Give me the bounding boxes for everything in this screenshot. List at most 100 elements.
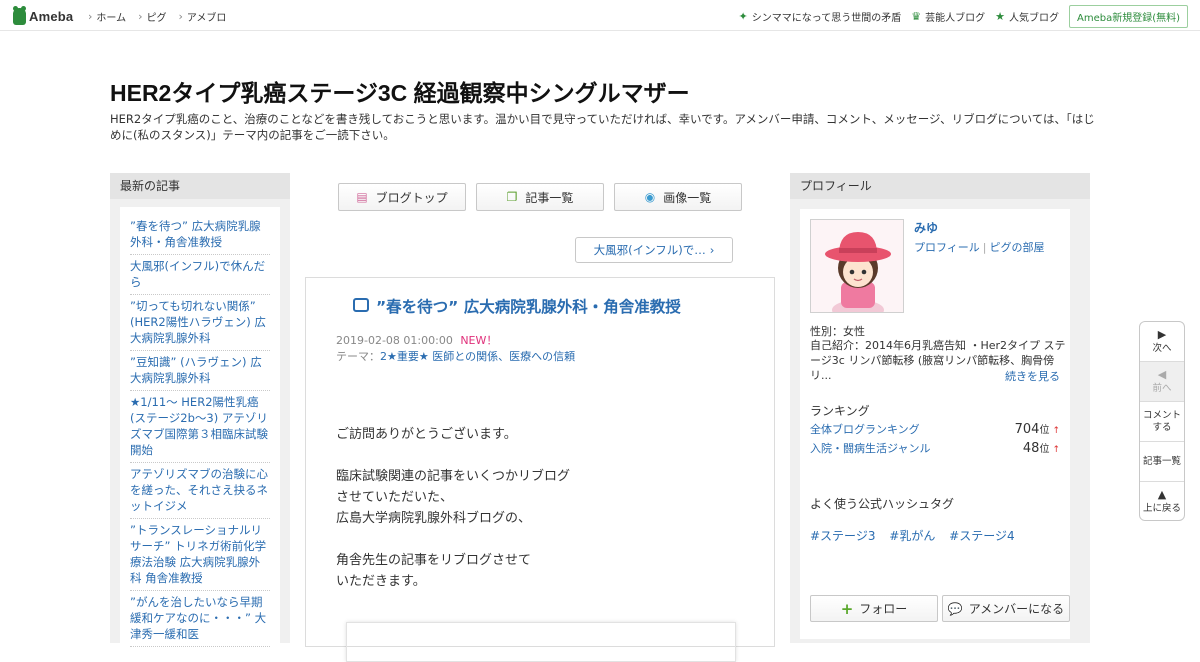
star-icon: ★ [995,10,1005,23]
article-paragraph: ご訪問ありがとうございます。 [336,427,517,442]
pigg-room-link[interactable]: ピグの部屋 [990,241,1045,254]
recent-articles-list: ”春を待つ” 広大病院乳腺外科・角舎准教授 大風邪(インフル)で休んだら ”切っ… [120,207,280,647]
recent-article-link[interactable]: ”春を待つ” 広大病院乳腺外科・角舎准教授 [130,215,270,255]
new-badge: NEW！ [460,334,498,347]
link-separator: | [982,241,987,254]
recent-article-link[interactable]: 大風邪(インフル)で休んだら [130,255,270,295]
profile-heading: プロフィール [790,173,1090,199]
ranking-overall-value: 704位 ↑ [1014,422,1060,437]
hashtag-link[interactable]: #ステージ3 [810,529,875,543]
sparkle-icon: ✦ [738,10,748,23]
copy-icon: ❐ [506,190,518,204]
article-paragraph: 角舎先生の記事をリブログさせて いただきます。 [336,553,532,589]
recent-article-link[interactable]: ★1/11～ HER2陽性乳癌(ステージ2b～3) アテゾリズマブ国際第３相臨床… [130,391,270,463]
comment-label: コメント する [1142,409,1181,433]
ameba-logo[interactable]: Ameba [13,5,74,26]
read-more-link[interactable]: 続きを見る [1005,368,1060,384]
blog-title[interactable]: HER2タイプ乳癌ステージ3C 経過観察中シングルマザー [110,74,690,108]
link-celebrity-blog[interactable]: ♛ 芸能人ブログ [911,9,985,24]
triangle-up-icon: ▲ [1157,488,1167,501]
ameba-logo-icon [13,5,26,25]
register-button[interactable]: Ameba新規登録(無料) [1068,5,1188,28]
floating-side-nav: ▶ 次へ ◀ 前へ コメント する 記事一覧 ▲ 上に戻る [1139,321,1185,521]
blog-description: HER2タイプ乳癌のこと、治療のことなどを書き残しておこうと思います。温かい目で… [110,112,1095,142]
article-body: ご訪問ありがとうございます。 臨床試験関連の記事をいくつかリブログ させていただ… [336,424,570,613]
image-list-label: 画像一覧 [663,190,712,205]
ranking-genre-value: 48位 ↑ [1022,441,1060,456]
article-date: 2019-02-08 01:00:00 [336,334,453,347]
ranking-row-overall: 全体ブログランキング 704位 ↑ [810,421,1060,437]
plus-icon: + [840,599,854,618]
next-label: 次へ [1152,342,1172,354]
article: ”春を待つ” 広大病院乳腺外科・角舎准教授 2019-02-08 01:00:0… [305,277,775,662]
nav-home[interactable]: ホーム [88,9,126,24]
recent-article-link[interactable]: アテゾリズマブの治験に心を縒った、それさえ抉るネットイジメ [130,463,270,519]
back-to-top-label: 上に戻る [1142,503,1181,514]
blog-top-label: ブログトップ [375,190,448,205]
article-title-text: ”春を待つ” 広大病院乳腺外科・角舎准教授 [376,298,681,316]
play-right-icon: ▶ [1157,327,1167,341]
back-to-top-button[interactable]: ▲ 上に戻る [1140,482,1184,520]
chevron-right-icon: › [709,243,715,257]
link-popular-blog[interactable]: ★ 人気ブログ [995,9,1059,24]
amember-button[interactable]: 💬 アメンバーになる [942,595,1070,622]
document-icon: ▤ [356,190,368,204]
comment-button[interactable]: コメント する [1140,402,1184,442]
nav-pigg[interactable]: ピグ [138,9,167,24]
hashtag-link[interactable]: #ステージ4 [949,529,1014,543]
trend-up-icon: ↑ [1052,426,1060,436]
ranking-heading: ランキング [810,404,870,418]
trend-up-icon: ↑ [1052,445,1060,455]
recent-article-link[interactable]: ”豆知識” (ハラヴェン) 広大病院乳腺外科 [130,351,270,391]
article-paragraph: 臨床試験関連の記事をいくつかリブログ させていただいた、 広島大学病院乳腺外科ブ… [336,469,571,526]
theme-label: テーマ： [336,350,380,363]
article-list-side-label: 記事一覧 [1142,455,1181,467]
nav-ameblo[interactable]: アメブロ [179,9,227,24]
article-list-side-button[interactable]: 記事一覧 [1140,442,1184,482]
profile-card: みゆ プロフィール | ピグの部屋 性別：女性 自己紹介：2014年6月乳癌告知 ・… [800,209,1070,639]
article-meta: 2019-02-08 01:00:00 NEW！ テーマ：2★重要★ 医師との関… [336,333,575,365]
crown-icon: ♛ [911,10,922,23]
ranking-overall-link[interactable]: 全体ブログランキング [810,421,920,437]
link-popular-label: 人気ブログ [1008,13,1059,24]
reblog-embed-card[interactable] [346,622,736,662]
link-topic[interactable]: ✦ シンママになって思う世間の矛盾 [739,9,902,24]
recent-articles-heading: 最新の記事 [110,173,290,199]
prev-button[interactable]: ◀ 前へ [1140,362,1184,402]
ranking-row-genre: 入院・闘病生活ジャンル 48位 ↑ [810,440,1060,456]
hashtag-link[interactable]: #乳がん [889,529,935,543]
avatar-illustration [811,220,903,312]
avatar[interactable] [810,219,904,313]
profile-link[interactable]: プロフィール [914,241,980,254]
recent-article-link[interactable]: ”がんを治したいなら早期緩和ケアなのに・・・” 大津秀一緩和医 [130,591,270,647]
ranking-genre-link[interactable]: 入院・闘病生活ジャンル [810,440,930,456]
article-list-label: 記事一覧 [525,190,574,205]
blog-top-button[interactable]: ▤ ブログトップ [338,183,466,211]
recent-article-link[interactable]: ”トランスレーショナルリサーチ” トリネガ術前化学療法治験 広大病院乳腺外科 角… [130,519,270,591]
link-topic-label: シンママになって思う世間の矛盾 [751,13,902,24]
profile-panel: プロフィール みゆ プロフィール | ピグの部屋 性別：女性 自己紹介：2014年6… [790,173,1090,643]
chat-bubble-icon: 💬 [947,601,963,616]
follow-label: フォロー [859,602,908,616]
profile-name-link[interactable]: みゆ [914,219,938,236]
top-right-links: ✦ シンママになって思う世間の矛盾 ♛ 芸能人ブログ ★ 人気ブログ Ameba… [739,5,1188,28]
amember-label: アメンバーになる [968,602,1065,616]
next-article-pager[interactable]: 大風邪(インフル)で… › [575,237,733,263]
top-nav: ホーム ピグ アメブロ [88,9,238,24]
next-button[interactable]: ▶ 次へ [1140,322,1184,362]
top-bar: Ameba ホーム ピグ アメブロ ✦ シンママになって思う世間の矛盾 ♛ 芸能… [0,0,1200,31]
prev-label: 前へ [1152,382,1172,394]
article-list-button[interactable]: ❐ 記事一覧 [476,183,604,211]
hashtags-heading: よく使う公式ハッシュタグ [810,497,955,511]
camera-icon: ◉ [644,190,656,204]
article-title[interactable]: ”春を待つ” 広大病院乳腺外科・角舎准教授 [354,296,754,318]
recent-article-link[interactable]: ”切っても切れない関係” (HER2陽性ハラヴェン) 広大病院乳腺外科 [130,295,270,351]
profile-links: プロフィール | ピグの部屋 [914,239,1045,255]
article-theme-link[interactable]: 2★重要★ 医師との関係、医療への信頼 [380,350,575,363]
link-celebrity-label: 芸能人ブログ [925,13,986,24]
play-left-icon: ◀ [1157,367,1167,381]
logo-text: Ameba [29,8,74,24]
follow-button[interactable]: + フォロー [810,595,938,622]
hashtag-list: #ステージ3 #乳がん #ステージ4 [810,527,1025,544]
image-list-button[interactable]: ◉ 画像一覧 [614,183,742,211]
